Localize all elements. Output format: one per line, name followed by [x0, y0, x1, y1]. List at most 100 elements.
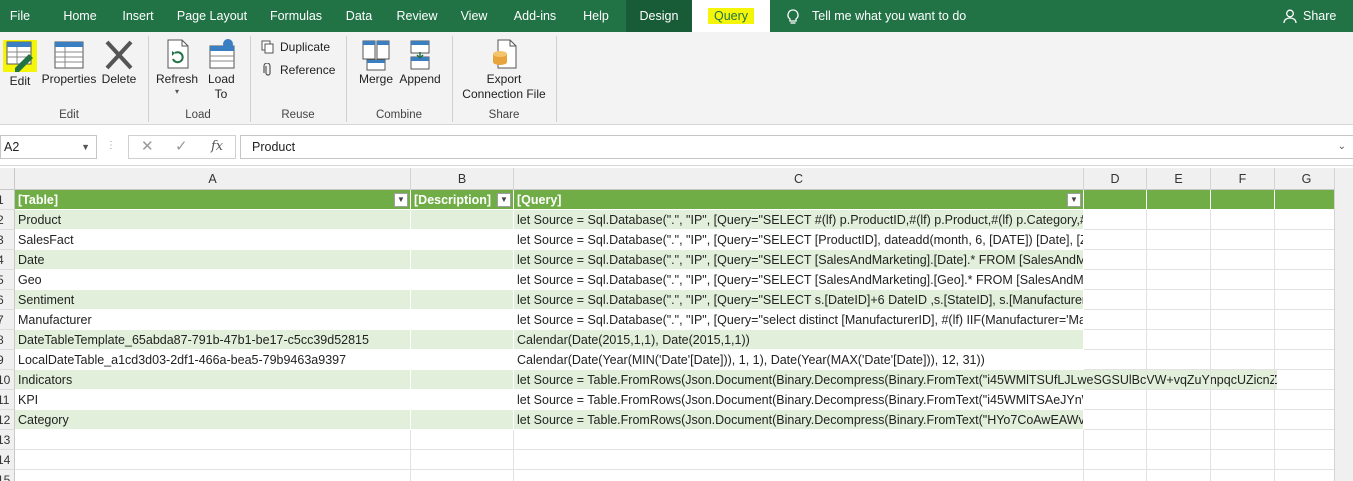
- cell-b[interactable]: [411, 250, 514, 270]
- row-header[interactable]: 8: [0, 330, 15, 350]
- tab-review[interactable]: Review: [392, 0, 442, 32]
- merge-button[interactable]: Merge: [356, 38, 396, 87]
- cell-e[interactable]: [1147, 390, 1211, 410]
- cell-b[interactable]: [411, 270, 514, 290]
- cell-g[interactable]: [1275, 290, 1339, 310]
- cell-e[interactable]: [1147, 290, 1211, 310]
- column-header-g[interactable]: G: [1275, 168, 1339, 190]
- cell-c[interactable]: [514, 470, 1084, 481]
- resize-handle-icon[interactable]: ⋮: [106, 140, 116, 151]
- cell-e[interactable]: [1147, 430, 1211, 450]
- cell-d[interactable]: [1084, 390, 1147, 410]
- cell-e[interactable]: [1147, 250, 1211, 270]
- load-to-button[interactable]: Load To: [204, 38, 238, 102]
- cell-d[interactable]: [1084, 210, 1147, 230]
- cell-b[interactable]: [411, 350, 514, 370]
- filter-dropdown-icon[interactable]: ▼: [1067, 193, 1081, 207]
- cell-b[interactable]: [411, 430, 514, 450]
- cell-b[interactable]: [411, 410, 514, 430]
- cell-f[interactable]: [1211, 250, 1275, 270]
- row-header[interactable]: 2: [0, 210, 15, 230]
- tell-me-box[interactable]: Tell me what you want to do: [786, 0, 966, 32]
- column-header-b[interactable]: B: [411, 168, 514, 190]
- cell-d[interactable]: [1084, 270, 1147, 290]
- tab-query[interactable]: Query: [692, 0, 770, 32]
- cell-c[interactable]: let Source = Sql.Database(".", "IP", [Qu…: [514, 210, 1084, 230]
- cell-a[interactable]: Category: [15, 410, 411, 430]
- enter-check-icon[interactable]: ✓: [175, 136, 188, 158]
- cell-d[interactable]: [1084, 470, 1147, 481]
- cell-g[interactable]: [1275, 470, 1339, 481]
- reference-button[interactable]: Reference: [261, 62, 335, 78]
- duplicate-button[interactable]: Duplicate: [261, 39, 330, 55]
- cell-f[interactable]: [1211, 330, 1275, 350]
- cell-f[interactable]: [1211, 390, 1275, 410]
- cell-d[interactable]: [1084, 190, 1147, 210]
- tab-page-layout[interactable]: Page Layout: [172, 0, 252, 32]
- properties-button[interactable]: Properties: [41, 38, 97, 87]
- cell-b[interactable]: [411, 230, 514, 250]
- row-header[interactable]: 6: [0, 290, 15, 310]
- cell-a[interactable]: LocalDateTable_a1cd3d03-2df1-466a-bea5-7…: [15, 350, 411, 370]
- cell-c[interactable]: Calendar(Date(2015,1,1), Date(2015,1,1)): [514, 330, 1084, 350]
- row-header[interactable]: 13: [0, 430, 15, 450]
- cell-b[interactable]: [411, 330, 514, 350]
- cell-a[interactable]: [15, 430, 411, 450]
- cell-d[interactable]: [1084, 410, 1147, 430]
- cell-c[interactable]: Calendar(Date(Year(MIN('Date'[Date])), 1…: [514, 350, 985, 370]
- cell-e[interactable]: [1147, 330, 1211, 350]
- cell-d[interactable]: [1084, 450, 1147, 470]
- cell-c[interactable]: let Source = Sql.Database(".", "IP", [Qu…: [514, 310, 1084, 330]
- cell-f[interactable]: [1211, 470, 1275, 481]
- cell-d[interactable]: [1084, 370, 1147, 390]
- insert-function-icon[interactable]: fx: [211, 136, 223, 158]
- cell-b[interactable]: [411, 290, 514, 310]
- cell-f[interactable]: [1211, 210, 1275, 230]
- cell-d[interactable]: [1084, 330, 1147, 350]
- cell-g[interactable]: [1275, 350, 1339, 370]
- tab-formulas[interactable]: Formulas: [265, 0, 327, 32]
- column-header-c[interactable]: C: [514, 168, 1084, 190]
- cancel-icon[interactable]: ✕: [141, 136, 154, 158]
- column-header-a[interactable]: A: [15, 168, 411, 190]
- tab-file[interactable]: File: [0, 0, 40, 32]
- cell-f[interactable]: [1211, 230, 1275, 250]
- cell-g[interactable]: [1275, 330, 1339, 350]
- cell-g[interactable]: [1275, 370, 1339, 390]
- cell-e[interactable]: [1147, 410, 1211, 430]
- row-header[interactable]: 3: [0, 230, 15, 250]
- cell-a[interactable]: Sentiment: [15, 290, 411, 310]
- cell-f[interactable]: [1211, 190, 1275, 210]
- cell-a[interactable]: KPI: [15, 390, 411, 410]
- cell-a[interactable]: Product: [15, 210, 411, 230]
- table-header-cell[interactable]: [Query] ▼: [514, 190, 1084, 210]
- cell-b[interactable]: [411, 450, 514, 470]
- filter-dropdown-icon[interactable]: ▼: [497, 193, 511, 207]
- cell-f[interactable]: [1211, 310, 1275, 330]
- edit-button[interactable]: Edit: [2, 38, 38, 89]
- cell-a[interactable]: SalesFact: [15, 230, 411, 250]
- cell-g[interactable]: [1275, 230, 1339, 250]
- cell-a[interactable]: Date: [15, 250, 411, 270]
- cell-e[interactable]: [1147, 230, 1211, 250]
- cell-c[interactable]: [514, 430, 1084, 450]
- cell-c[interactable]: let Source = Sql.Database(".", "IP", [Qu…: [514, 250, 1084, 270]
- cell-d[interactable]: [1084, 250, 1147, 270]
- row-header[interactable]: 12: [0, 410, 15, 430]
- cell-c[interactable]: let Source = Sql.Database(".", "IP", [Qu…: [514, 270, 1084, 290]
- cell-d[interactable]: [1084, 430, 1147, 450]
- cell-a[interactable]: DateTableTemplate_65abda87-791b-47b1-be1…: [15, 330, 411, 350]
- cell-e[interactable]: [1147, 470, 1211, 481]
- row-header[interactable]: 14: [0, 450, 15, 470]
- cell-g[interactable]: [1275, 450, 1339, 470]
- filter-dropdown-icon[interactable]: ▼: [394, 193, 408, 207]
- cell-e[interactable]: [1147, 370, 1211, 390]
- tab-insert[interactable]: Insert: [116, 0, 160, 32]
- cell-d[interactable]: [1084, 230, 1147, 250]
- cell-b[interactable]: [411, 210, 514, 230]
- expand-formula-bar-icon[interactable]: ⌄: [1338, 136, 1346, 158]
- column-header-d[interactable]: D: [1084, 168, 1147, 190]
- cell-e[interactable]: [1147, 210, 1211, 230]
- row-header[interactable]: 9: [0, 350, 15, 370]
- cell-f[interactable]: [1211, 290, 1275, 310]
